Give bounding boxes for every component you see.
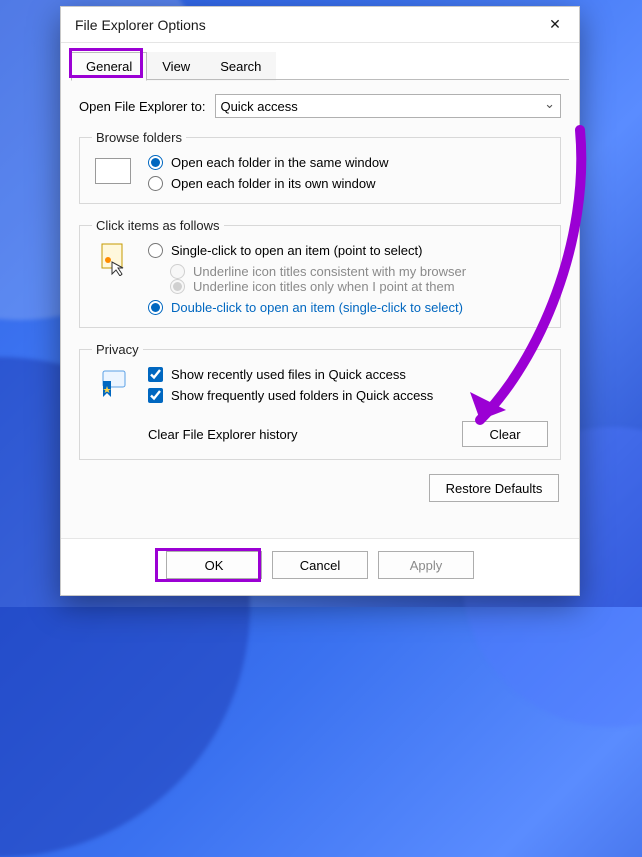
open-to-select[interactable]: Quick access xyxy=(215,94,561,118)
clear-history-label: Clear File Explorer history xyxy=(148,427,298,442)
dialog-footer: OK Cancel Apply xyxy=(61,538,579,595)
ok-button[interactable]: OK xyxy=(166,551,262,579)
cursor-icon xyxy=(92,243,134,275)
cancel-button[interactable]: Cancel xyxy=(272,551,368,579)
restore-defaults-button[interactable]: Restore Defaults xyxy=(429,474,559,502)
quick-access-icon xyxy=(92,367,134,399)
double-click-option[interactable]: Double-click to open an item (single-cli… xyxy=(148,300,466,315)
single-click-option[interactable]: Single-click to open an item (point to s… xyxy=(148,243,466,258)
underline-point-radio xyxy=(170,279,185,294)
underline-point-option: Underline icon titles only when I point … xyxy=(170,279,466,294)
tab-panel-general: Open File Explorer to: Quick access Brow… xyxy=(61,80,579,538)
tab-view[interactable]: View xyxy=(147,52,205,81)
file-explorer-options-dialog: File Explorer Options ✕ General View Sea… xyxy=(60,6,580,596)
privacy-group: Privacy Show recently used files in Quic… xyxy=(79,342,561,460)
tab-general[interactable]: General xyxy=(71,52,147,81)
browse-own-window-option[interactable]: Open each folder in its own window xyxy=(148,176,389,191)
clear-button[interactable]: Clear xyxy=(462,421,548,447)
click-items-legend: Click items as follows xyxy=(92,218,224,233)
tab-strip: General View Search xyxy=(61,43,579,80)
single-click-radio[interactable] xyxy=(148,243,163,258)
underline-browser-radio xyxy=(170,264,185,279)
double-click-radio[interactable] xyxy=(148,300,163,315)
browse-folders-legend: Browse folders xyxy=(92,130,186,145)
privacy-legend: Privacy xyxy=(92,342,143,357)
open-to-label: Open File Explorer to: xyxy=(79,99,205,114)
browse-own-window-radio[interactable] xyxy=(148,176,163,191)
titlebar: File Explorer Options ✕ xyxy=(61,7,579,43)
show-frequent-option[interactable]: Show frequently used folders in Quick ac… xyxy=(148,388,548,403)
dialog-title: File Explorer Options xyxy=(75,17,206,33)
show-recent-option[interactable]: Show recently used files in Quick access xyxy=(148,367,548,382)
underline-browser-option: Underline icon titles consistent with my… xyxy=(170,264,466,279)
click-items-group: Click items as follows Single-click to o… xyxy=(79,218,561,328)
show-frequent-checkbox[interactable] xyxy=(148,388,163,403)
show-recent-checkbox[interactable] xyxy=(148,367,163,382)
apply-button[interactable]: Apply xyxy=(378,551,474,579)
browse-folders-group: Browse folders Open each folder in the s… xyxy=(79,130,561,204)
browse-same-window-radio[interactable] xyxy=(148,155,163,170)
close-icon[interactable]: ✕ xyxy=(541,11,569,39)
browse-same-window-option[interactable]: Open each folder in the same window xyxy=(148,155,389,170)
tab-search[interactable]: Search xyxy=(205,52,276,81)
window-icon xyxy=(92,155,134,187)
